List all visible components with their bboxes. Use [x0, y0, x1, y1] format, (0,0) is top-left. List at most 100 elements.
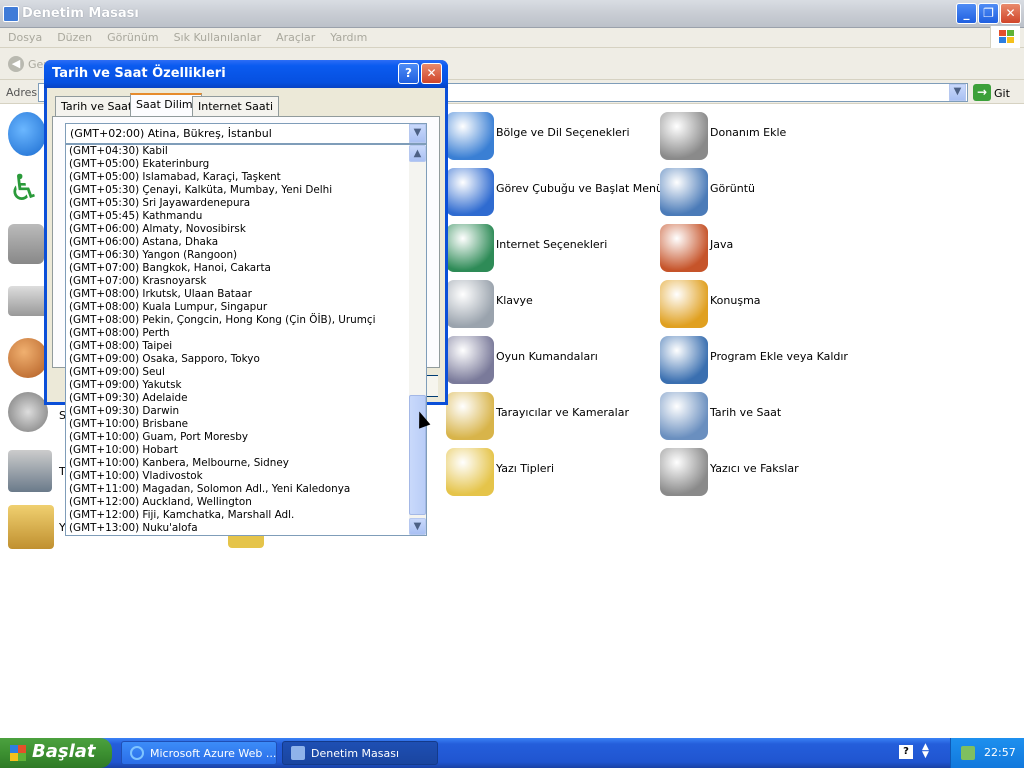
go-arrow-icon[interactable]: →	[973, 84, 991, 101]
control-panel-item[interactable]: Program Ekle veya Kaldır	[660, 336, 870, 388]
time-zone-option[interactable]: (GMT+10:00) Kanbera, Melbourne, Sidney	[66, 457, 410, 470]
window-titlebar[interactable]: Denetim Masası _ ❐ ✕	[0, 0, 1024, 28]
close-button[interactable]: ✕	[1000, 3, 1021, 24]
tray-arrows-icon[interactable]: ▲ ▼	[922, 743, 929, 760]
admin-tools-icon[interactable]	[8, 224, 44, 264]
dialog-help-button[interactable]: ?	[398, 63, 419, 84]
control-panel-item[interactable]: Klavye	[446, 280, 656, 332]
start-button[interactable]: Başlat	[0, 738, 112, 768]
time-zone-option[interactable]: (GMT+08:00) Kuala Lumpur, Singapur	[66, 301, 410, 314]
scroll-up-button[interactable]: ▲	[409, 145, 426, 162]
control-panel-item-label: Oyun Kumandaları	[496, 350, 598, 363]
control-panel-item[interactable]: Bölge ve Dil Seçenekleri	[446, 112, 656, 164]
control-panel-item[interactable]: Donanım Ekle	[660, 112, 870, 164]
time-zone-option[interactable]: (GMT+10:00) Vladivostok	[66, 470, 410, 483]
accessibility-options-icon[interactable]: ♿	[8, 168, 44, 212]
time-zone-option[interactable]: (GMT+10:00) Guam, Port Moresby	[66, 431, 410, 444]
time-zone-option[interactable]: (GMT+05:00) Islamabad, Karaçi, Taşkent	[66, 171, 410, 184]
time-zone-option[interactable]: (GMT+05:30) Çenayi, Kalküta, Mumbay, Yen…	[66, 184, 410, 197]
gamepad-icon	[446, 336, 494, 384]
time-zone-option[interactable]: (GMT+04:30) Kabil	[66, 145, 410, 158]
help-tray-icon[interactable]: ?	[899, 745, 913, 759]
network-icon[interactable]	[8, 286, 48, 316]
time-zone-option[interactable]: (GMT+09:00) Seul	[66, 366, 410, 379]
accessibility-icon[interactable]	[8, 112, 46, 156]
maximize-button[interactable]: ❐	[978, 3, 999, 24]
tab-internet-time[interactable]: Internet Saati	[192, 96, 280, 116]
dialog-title: Tarih ve Saat Özellikleri	[52, 66, 226, 81]
tab-time-zone[interactable]: Saat Dilimi	[130, 93, 202, 117]
phone-modem-icon[interactable]	[8, 450, 52, 492]
ie-icon	[130, 746, 144, 760]
time-zone-option[interactable]: (GMT+11:00) Magadan, Solomon Adl., Yeni …	[66, 483, 410, 496]
time-zone-option[interactable]: (GMT+05:45) Kathmandu	[66, 210, 410, 223]
time-zone-select[interactable]: (GMT+02:00) Atina, Bükreş, İstanbul	[65, 123, 427, 144]
control-panel-item[interactable]: Yazı Tipleri	[446, 448, 656, 500]
address-dropdown-button[interactable]: ▼	[949, 84, 966, 101]
menu-view[interactable]: Görünüm	[99, 28, 165, 44]
control-panel-item[interactable]: Görev Çubuğu ve Başlat Menüsü	[446, 168, 676, 220]
dialog-close-button[interactable]: ✕	[421, 63, 442, 84]
time-zone-option[interactable]: (GMT+06:30) Yangon (Rangoon)	[66, 249, 410, 262]
time-zone-option[interactable]: (GMT+05:00) Ekaterinburg	[66, 158, 410, 171]
menu-edit[interactable]: Düzen	[49, 28, 99, 44]
menu-favorites[interactable]: Sık Kullanılanlar	[166, 28, 269, 44]
back-icon[interactable]: ◀	[8, 56, 24, 72]
control-panel-icon	[3, 6, 19, 22]
taskbar-icon	[446, 168, 494, 216]
control-panel-item-label: Internet Seçenekleri	[496, 238, 608, 251]
time-zone-option[interactable]: (GMT+13:00) Nuku'alofa	[66, 522, 410, 535]
control-panel-item[interactable]: Java	[660, 224, 870, 276]
tab-date-time[interactable]: Tarih ve Saat	[55, 96, 139, 116]
time-zone-option[interactable]: (GMT+10:00) Brisbane	[66, 418, 410, 431]
control-panel-item[interactable]: Yazıcı ve Fakslar	[660, 448, 870, 500]
user-accounts-icon[interactable]	[8, 338, 48, 378]
time-zone-option[interactable]: (GMT+08:00) Taipei	[66, 340, 410, 353]
time-zone-option[interactable]: (GMT+05:30) Sri Jayawardenepura	[66, 197, 410, 210]
time-zone-option[interactable]: (GMT+12:00) Auckland, Wellington	[66, 496, 410, 509]
time-zone-option[interactable]: (GMT+07:00) Bangkok, Hanoi, Cakarta	[66, 262, 410, 275]
clock[interactable]: 22:57	[984, 746, 1016, 759]
scanner-camera-icon	[446, 392, 494, 440]
time-zone-option[interactable]: (GMT+10:00) Hobart	[66, 444, 410, 457]
time-zone-option[interactable]: (GMT+08:00) Perth	[66, 327, 410, 340]
time-zone-option[interactable]: (GMT+08:00) Irkutsk, Ulaan Bataar	[66, 288, 410, 301]
control-panel-item[interactable]: Görüntü	[660, 168, 870, 220]
control-panel-item[interactable]: Oyun Kumandaları	[446, 336, 656, 388]
globe-clock-icon	[446, 112, 494, 160]
sounds-icon[interactable]	[8, 392, 48, 432]
chevron-down-icon[interactable]: ▼	[409, 124, 426, 143]
scheduled-tasks-icon[interactable]	[8, 505, 54, 549]
control-panel-item-label: Görüntü	[710, 182, 756, 195]
time-zone-option[interactable]: (GMT+09:30) Adelaide	[66, 392, 410, 405]
control-panel-item[interactable]: Tarayıcılar ve Kameralar	[446, 392, 656, 444]
time-zone-option[interactable]: (GMT+06:00) Almaty, Novosibirsk	[66, 223, 410, 236]
time-zone-option[interactable]: (GMT+09:00) Yakutsk	[66, 379, 410, 392]
fonts-folder-icon	[446, 448, 494, 496]
network-tray-icon[interactable]	[961, 746, 975, 760]
menu-file[interactable]: Dosya	[0, 28, 49, 44]
control-panel-taskbar-icon	[291, 746, 305, 760]
time-zone-option[interactable]: (GMT+12:00) Fiji, Kamchatka, Marshall Ad…	[66, 509, 410, 522]
time-zone-option[interactable]: (GMT+09:00) Osaka, Sapporo, Tokyo	[66, 353, 410, 366]
minimize-button[interactable]: _	[956, 3, 977, 24]
control-panel-item[interactable]: Konuşma	[660, 280, 870, 332]
control-panel-item[interactable]: Internet Seçenekleri	[446, 224, 656, 276]
taskbar-button-azure[interactable]: Microsoft Azure Web ...	[121, 741, 277, 765]
time-zone-option[interactable]: (GMT+07:00) Krasnoyarsk	[66, 275, 410, 288]
control-panel-item[interactable]: Tarih ve Saat	[660, 392, 870, 444]
control-panel-item-label: Yazıcı ve Fakslar	[710, 462, 799, 475]
windows-logo-icon	[990, 26, 1020, 48]
control-panel-item-label: Tarayıcılar ve Kameralar	[496, 406, 629, 419]
taskbar-button-control-panel[interactable]: Denetim Masası	[282, 741, 438, 765]
dropdown-scrollbar[interactable]: ▲ ▼	[409, 145, 426, 535]
menu-help[interactable]: Yardım	[322, 28, 374, 44]
time-zone-dropdown-list[interactable]: (GMT+04:30) Kabil (GMT+05:00) Ekaterinbur…	[65, 144, 427, 536]
time-zone-option[interactable]: (GMT+06:00) Astana, Dhaka	[66, 236, 410, 249]
go-button[interactable]: Git	[994, 87, 1010, 100]
dialog-titlebar[interactable]: Tarih ve Saat Özellikleri ? ✕	[44, 60, 448, 88]
time-zone-option[interactable]: (GMT+09:30) Darwin	[66, 405, 410, 418]
time-zone-option[interactable]: (GMT+08:00) Pekin, Çongcin, Hong Kong (Ç…	[66, 314, 410, 327]
scroll-down-button[interactable]: ▼	[409, 518, 426, 535]
menu-tools[interactable]: Araçlar	[268, 28, 322, 44]
